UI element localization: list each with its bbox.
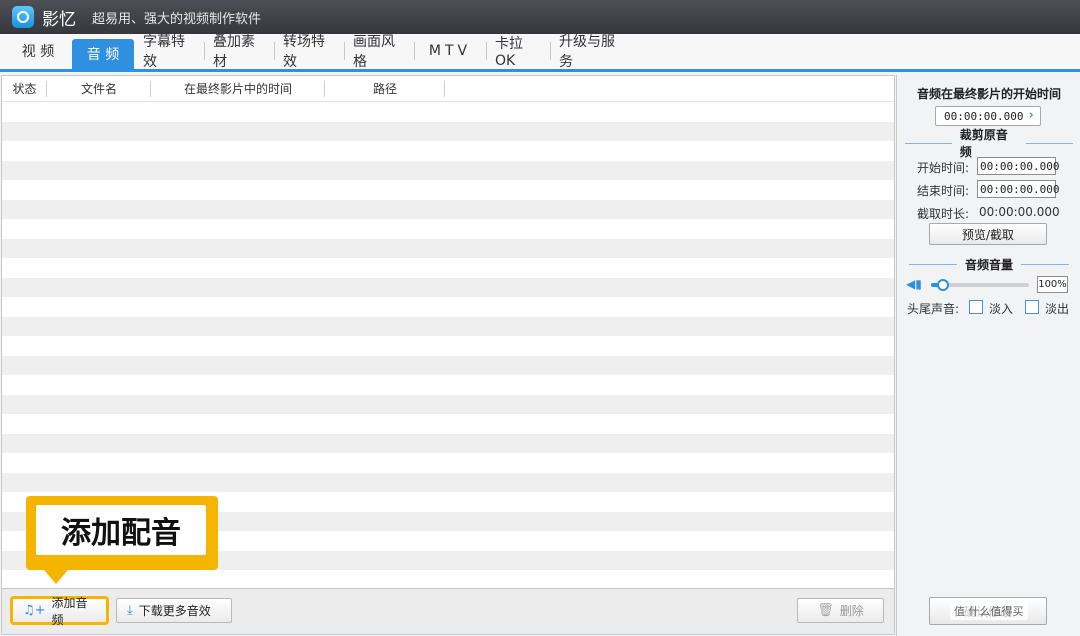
- list-row: [2, 121, 894, 141]
- tab-video[interactable]: 视 频: [4, 37, 72, 65]
- title-bar: 影忆 超易用、强大的视频制作软件: [0, 0, 1080, 34]
- fade-out-label[interactable]: 淡出: [1045, 300, 1069, 317]
- list-row: [2, 160, 894, 180]
- fade-label: 头尾声音:: [907, 302, 960, 316]
- crop-end-input[interactable]: 00:00:00.000: [977, 180, 1060, 198]
- list-row: [2, 433, 894, 453]
- tab-karaoke[interactable]: 卡拉OK: [486, 36, 550, 69]
- volume-value[interactable]: 100%: [1037, 276, 1068, 293]
- volume-section-title: 音频音量: [964, 257, 1013, 272]
- column-header-time-in-film[interactable]: 在最终影片中的时间: [151, 76, 325, 102]
- column-header-path[interactable]: 路径: [325, 76, 445, 102]
- tab-picture-style[interactable]: 画面风格: [344, 34, 414, 70]
- duration-label: 截取时长:: [917, 207, 970, 221]
- crop-section-title: 裁剪原音频: [959, 128, 1008, 159]
- list-row: [2, 297, 894, 317]
- add-music-icon: ♫+: [23, 603, 46, 618]
- volume-slider-thumb[interactable]: [936, 279, 949, 291]
- column-header-filename[interactable]: 文件名: [47, 76, 151, 102]
- list-row: [2, 375, 894, 395]
- list-row: [2, 277, 894, 297]
- tab-mtv[interactable]: MTV: [414, 37, 486, 65]
- tab-upgrade-service[interactable]: 升级与服务: [550, 34, 628, 70]
- crop-start-input[interactable]: 00:00:00.000: [977, 157, 1060, 175]
- list-row: [2, 219, 894, 239]
- crop-start-value: 00:00:00.000: [980, 159, 1060, 173]
- list-row: [2, 414, 894, 434]
- crop-end-label: 结束时间:: [917, 184, 970, 198]
- bottom-toolbar: ♫+ 添加音频 ⤓ 下载更多音效 🗑 删除: [1, 589, 895, 635]
- start-time-in-film-value: 00:00:00.000: [944, 109, 1024, 123]
- main-tab-bar: 视 频 音 频 字幕特效 叠加素材 转场特效 画面风格 MTV 卡拉OK 升级与…: [0, 34, 1080, 72]
- volume-section-header: 音频音量: [897, 256, 1080, 272]
- crop-start-label: 开始时间:: [917, 161, 970, 175]
- download-more-effects-button[interactable]: ⤓ 下载更多音效: [116, 598, 232, 623]
- list-row: [2, 238, 894, 258]
- fade-in-checkbox[interactable]: [969, 300, 983, 314]
- list-header: 状态 文件名 在最终影片中的时间 路径: [2, 76, 894, 102]
- watermark: 值 什么值得买: [950, 602, 1028, 620]
- list-row: [2, 199, 894, 219]
- fade-in-label[interactable]: 淡入: [989, 300, 1013, 317]
- preview-crop-button[interactable]: 预览/截取: [929, 223, 1047, 245]
- start-time-in-film-title: 音频在最终影片的开始时间: [916, 87, 1061, 101]
- list-row: [2, 336, 894, 356]
- duration-value: 00:00:00.000: [979, 205, 1060, 219]
- download-icon: ⤓: [127, 603, 133, 618]
- add-audio-button[interactable]: ♫+ 添加音频: [12, 596, 107, 627]
- crop-end-value: 00:00:00.000: [980, 182, 1060, 196]
- list-row: [2, 453, 894, 473]
- list-row: [2, 180, 894, 200]
- list-row: [2, 102, 894, 122]
- delete-button[interactable]: 🗑 删除: [797, 598, 884, 623]
- fade-out-checkbox[interactable]: [1025, 300, 1039, 314]
- list-row: [2, 394, 894, 414]
- list-row: [2, 141, 894, 161]
- crop-section-header: 裁剪原音频: [897, 128, 1080, 159]
- trash-icon: 🗑: [817, 603, 834, 618]
- app-name: 影忆: [42, 9, 76, 30]
- chevron-right-icon[interactable]: ›: [1027, 108, 1035, 123]
- list-row: [2, 316, 894, 336]
- tab-transition-effects[interactable]: 转场特效: [274, 34, 344, 70]
- list-row: [2, 570, 894, 588]
- speaker-icon[interactable]: ◀▮: [906, 277, 922, 291]
- list-row: [2, 472, 894, 492]
- callout-text: 添加配音: [36, 505, 206, 555]
- list-row: [2, 355, 894, 375]
- start-time-in-film-field[interactable]: 00:00:00.000 ›: [935, 106, 1041, 126]
- tab-subtitle-effects[interactable]: 字幕特效: [134, 34, 204, 70]
- tab-audio[interactable]: 音 频: [72, 39, 134, 69]
- callout-arrow: [44, 570, 68, 584]
- volume-slider[interactable]: [931, 279, 1029, 291]
- app-logo-icon: [12, 6, 34, 28]
- highlight-callout: 添加配音: [26, 496, 218, 570]
- app-slogan: 超易用、强大的视频制作软件: [92, 11, 262, 27]
- download-more-label: 下载更多音效: [138, 604, 211, 618]
- tab-overlay-material[interactable]: 叠加素材: [204, 34, 274, 70]
- delete-label: 删除: [839, 604, 864, 618]
- audio-settings-panel: 音频在最终影片的开始时间 00:00:00.000 › 裁剪原音频 开始时间: …: [896, 75, 1080, 636]
- column-header-status[interactable]: 状态: [2, 76, 47, 102]
- add-audio-label: 添加音频: [51, 595, 88, 627]
- list-row: [2, 258, 894, 278]
